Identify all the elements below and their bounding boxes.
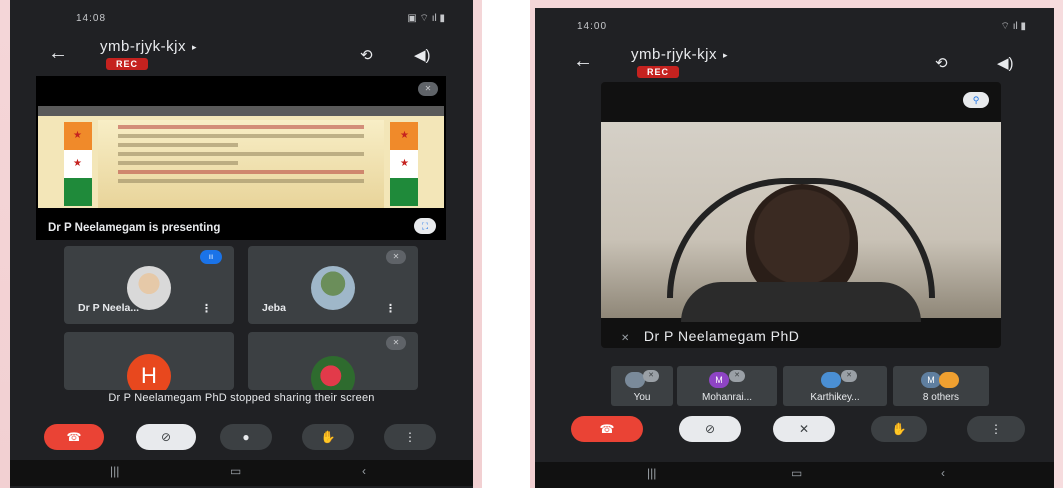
speaker-icon[interactable]: ◀) bbox=[997, 54, 1014, 72]
participant-name: Jeba bbox=[262, 302, 286, 314]
avatar bbox=[939, 372, 959, 388]
end-call-icon[interactable]: ☎ bbox=[44, 424, 104, 450]
meeting-title[interactable]: ymb-rjyk-kjx ▸ bbox=[100, 38, 197, 55]
star-icon: ★ bbox=[73, 158, 82, 169]
participant-video bbox=[601, 122, 1001, 322]
caret-right-icon: ▸ bbox=[723, 49, 729, 60]
status-time: 14:08 bbox=[76, 12, 107, 24]
avatar bbox=[311, 356, 355, 390]
camera-switch-icon[interactable]: ⟲ bbox=[360, 46, 373, 64]
participant-tile[interactable]: ✕ bbox=[248, 332, 418, 390]
mic-off-icon: ✕ bbox=[729, 370, 745, 382]
toast-message: Dr P Neelamegam PhD stopped sharing thei… bbox=[108, 392, 375, 404]
participant-label: Mohanrai... bbox=[701, 392, 753, 403]
mic-off-icon[interactable]: ✕ bbox=[773, 416, 835, 442]
mic-off-icon: ✕ bbox=[643, 370, 659, 382]
rec-badge: REC bbox=[106, 58, 149, 70]
more-vert-icon[interactable]: ⋮ bbox=[384, 424, 436, 450]
mic-off-icon: ✕ bbox=[621, 333, 630, 344]
participant-chip[interactable]: M ✕ Mohanrai... bbox=[677, 366, 777, 406]
participant-tile[interactable]: ıı Dr P Neela... ⋮ bbox=[64, 246, 234, 324]
shared-slide: ★ ★ ★ ★ bbox=[38, 106, 444, 208]
star-icon: ★ bbox=[400, 158, 409, 169]
mic-off-icon: ✕ bbox=[841, 370, 857, 382]
mic-off-icon: ✕ bbox=[386, 250, 406, 264]
participant-chip[interactable]: ✕ Karthikey... bbox=[783, 366, 887, 406]
end-call-icon[interactable]: ☎ bbox=[571, 416, 643, 442]
participant-tile[interactable]: ✕ Jeba ⋮ bbox=[248, 246, 418, 324]
presenting-caption: Dr P Neelamegam is presenting bbox=[48, 222, 221, 234]
meeting-code: ymb-rjyk-kjx bbox=[100, 38, 186, 55]
more-vert-icon[interactable]: ⋮ bbox=[967, 416, 1025, 442]
slide-toolbar bbox=[38, 106, 444, 116]
status-bar: 14:08 ▣ ⌔ ıl ▮ bbox=[10, 0, 473, 36]
fullscreen-icon[interactable]: ⛶ bbox=[414, 218, 436, 234]
avatar-letter: M bbox=[921, 372, 941, 388]
star-icon: ★ bbox=[73, 130, 82, 141]
arrow-left-icon[interactable]: ← bbox=[573, 50, 593, 73]
avatar bbox=[311, 266, 355, 310]
home-icon[interactable]: ▭ bbox=[791, 466, 802, 480]
rec-badge: REC bbox=[637, 66, 680, 78]
star-icon: ★ bbox=[400, 130, 409, 141]
caret-right-icon: ▸ bbox=[192, 41, 198, 52]
more-vert-icon[interactable]: ⋮ bbox=[201, 302, 212, 315]
phone-screenshot-right: 14:00 ⌔ ıl ▮ ← ymb-rjyk-kjx ▸ REC ⟲ ◀) ⚲ … bbox=[535, 8, 1054, 488]
participant-label: Karthikey... bbox=[810, 392, 860, 403]
participant-tile[interactable]: H bbox=[64, 332, 234, 390]
speaking-indicator-icon: ıı bbox=[200, 250, 222, 264]
status-icons: ▣ ⌔ ıl ▮ bbox=[407, 12, 445, 24]
camera-switch-icon[interactable]: ⟲ bbox=[935, 54, 948, 72]
hand-icon[interactable]: ✋ bbox=[302, 424, 354, 450]
participant-chip-others[interactable]: M 8 others bbox=[893, 366, 989, 406]
back-nav-icon[interactable]: ‹ bbox=[941, 466, 945, 480]
meeting-code: ymb-rjyk-kjx bbox=[631, 46, 717, 63]
phone-screenshot-left: 14:08 ▣ ⌔ ıl ▮ ← ymb-rjyk-kjx ▸ REC ⟲ ◀) … bbox=[10, 0, 473, 488]
android-nav-bar: ||| ▭ ‹ bbox=[10, 460, 473, 486]
main-video-tile[interactable]: ⚲ ✕ Dr P Neelamegam PhD bbox=[601, 82, 1001, 348]
avatar bbox=[625, 372, 645, 388]
call-controls: ☎ ⊘ ● ✋ ⋮ bbox=[10, 424, 473, 454]
home-icon[interactable]: ▭ bbox=[230, 464, 241, 478]
arrow-left-icon[interactable]: ← bbox=[48, 42, 68, 65]
camera-off-icon[interactable]: ⊘ bbox=[136, 424, 196, 450]
mic-off-icon: ✕ bbox=[418, 82, 438, 96]
shoulders-graphic bbox=[681, 282, 921, 322]
slide-scroll-content bbox=[98, 120, 384, 208]
participant-name: Dr P Neela... bbox=[78, 302, 140, 314]
video-caption: ✕ Dr P Neelamegam PhD bbox=[621, 328, 799, 344]
participant-chip[interactable]: ✕ You bbox=[611, 366, 673, 406]
back-nav-icon[interactable]: ‹ bbox=[362, 464, 366, 478]
avatar-letter: H bbox=[127, 354, 171, 390]
participant-label: You bbox=[633, 392, 651, 403]
avatar-letter: M bbox=[709, 372, 729, 388]
more-vert-icon[interactable]: ⋮ bbox=[385, 302, 396, 315]
mic-off-icon: ✕ bbox=[386, 336, 406, 350]
presentation-tile[interactable]: ✕ ★ ★ ★ ★ Dr P Neelamegam is presenting … bbox=[36, 76, 446, 240]
avatar bbox=[821, 372, 841, 388]
call-controls: ☎ ⊘ ✕ ✋ ⋮ bbox=[535, 416, 1054, 446]
participant-name: Dr P Neelamegam PhD bbox=[643, 328, 800, 344]
divider bbox=[482, 0, 530, 488]
android-nav-bar: ||| ▭ ‹ bbox=[535, 462, 1054, 488]
status-icons: ⌔ ıl ▮ bbox=[1000, 20, 1026, 32]
mic-icon[interactable]: ● bbox=[220, 424, 272, 450]
speaker-icon[interactable]: ◀) bbox=[414, 46, 431, 64]
recent-apps-icon[interactable]: ||| bbox=[647, 466, 656, 480]
hand-icon[interactable]: ✋ bbox=[871, 416, 927, 442]
status-time: 14:00 bbox=[577, 20, 608, 32]
meeting-title[interactable]: ymb-rjyk-kjx ▸ bbox=[631, 46, 728, 63]
participant-label: 8 others bbox=[922, 392, 960, 403]
camera-off-icon[interactable]: ⊘ bbox=[679, 416, 741, 442]
recent-apps-icon[interactable]: ||| bbox=[110, 464, 119, 478]
status-bar: 14:00 ⌔ ıl ▮ bbox=[535, 8, 1054, 44]
pin-icon[interactable]: ⚲ bbox=[963, 92, 989, 108]
